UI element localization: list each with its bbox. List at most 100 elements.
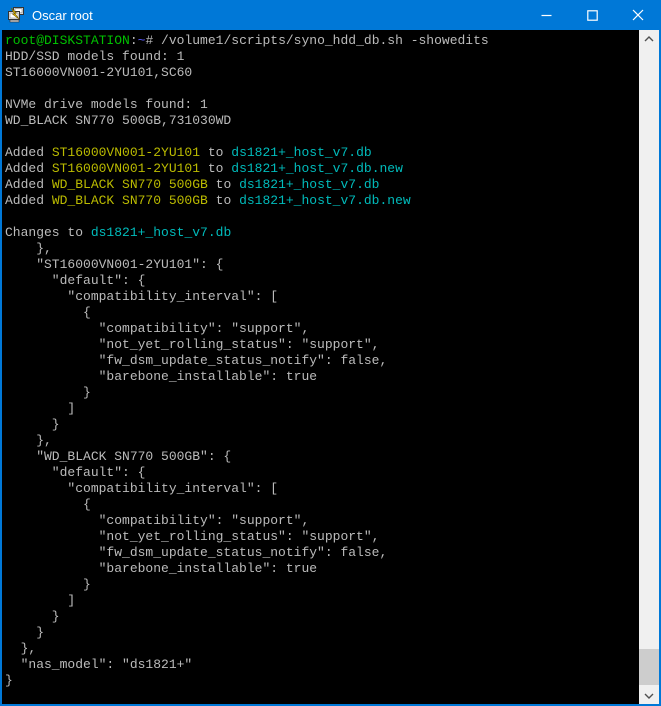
terminal-line: Added WD_BLACK SN770 500GB to ds1821+_ho… <box>5 177 639 193</box>
terminal-text-segment: "nas_model": "ds1821+" <box>5 657 192 672</box>
terminal-line: Added ST16000VN001-2YU101 to ds1821+_hos… <box>5 161 639 177</box>
terminal-text-segment: "compatibility_interval": [ <box>5 481 278 496</box>
terminal-text-segment: Added <box>5 161 52 176</box>
terminal-line: "fw_dsm_update_status_notify": false, <box>5 353 639 369</box>
terminal-text-segment: { <box>5 497 91 512</box>
terminal-text-segment: "compatibility_interval": [ <box>5 289 278 304</box>
terminal-line <box>5 209 639 225</box>
terminal-text-segment: ] <box>5 401 75 416</box>
scrollbar-up-arrow[interactable] <box>639 30 659 47</box>
terminal-text-segment: WD_BLACK SN770 500GB,731030WD <box>5 113 231 128</box>
terminal-text-segment: to <box>208 177 239 192</box>
close-button[interactable] <box>615 0 661 30</box>
terminal-text-segment: ST16000VN001-2YU101 <box>52 161 200 176</box>
putty-icon[interactable] <box>8 7 25 23</box>
terminal-text-segment: ds1821+_host_v7.db.new <box>231 161 403 176</box>
scrollbar-track[interactable] <box>639 47 659 687</box>
terminal-text-segment: } <box>5 609 60 624</box>
terminal-text-segment: "not_yet_rolling_status": "support", <box>5 529 379 544</box>
terminal-text-segment: WD_BLACK SN770 500GB <box>52 177 208 192</box>
terminal-text-segment: ST16000VN001-2YU101,SC60 <box>5 65 192 80</box>
minimize-button[interactable] <box>523 0 569 30</box>
terminal-line: "fw_dsm_update_status_notify": false, <box>5 545 639 561</box>
terminal-text-segment: "ST16000VN001-2YU101": { <box>5 257 223 272</box>
terminal-text-segment: ds1821+_host_v7.db.new <box>239 193 411 208</box>
terminal-text-segment: } <box>5 625 44 640</box>
terminal-text-segment: ds1821+_host_v7.db <box>91 225 231 240</box>
terminal-line: "ST16000VN001-2YU101": { <box>5 257 639 273</box>
terminal-text-segment: to <box>200 145 231 160</box>
terminal-text-segment: } <box>5 417 60 432</box>
terminal-line <box>5 129 639 145</box>
title-bar[interactable]: Oscar root <box>0 0 661 30</box>
window-controls <box>523 0 661 30</box>
terminal-text-segment: } <box>5 577 91 592</box>
terminal-text-segment: }, <box>5 433 52 448</box>
close-icon <box>632 9 644 21</box>
terminal-line: WD_BLACK SN770 500GB,731030WD <box>5 113 639 129</box>
terminal-line: Added WD_BLACK SN770 500GB to ds1821+_ho… <box>5 193 639 209</box>
terminal-line: "compatibility": "support", <box>5 513 639 529</box>
terminal-text-segment: "WD_BLACK SN770 500GB": { <box>5 449 231 464</box>
terminal-text-segment: } <box>5 385 91 400</box>
terminal-line: "default": { <box>5 273 639 289</box>
scrollbar-down-arrow[interactable] <box>639 687 659 704</box>
terminal-screen[interactable]: root@DISKSTATION:~# /volume1/scripts/syn… <box>2 30 639 704</box>
terminal-text-segment: ds1821+_host_v7.db <box>231 145 371 160</box>
terminal-line: } <box>5 673 639 689</box>
terminal-line: "WD_BLACK SN770 500GB": { <box>5 449 639 465</box>
terminal-line: "compatibility_interval": [ <box>5 481 639 497</box>
terminal-text-segment: "compatibility": "support", <box>5 321 309 336</box>
terminal-text-segment: root@DISKSTATION <box>5 33 130 48</box>
maximize-icon <box>587 10 598 21</box>
terminal-line: "barebone_installable": true <box>5 369 639 385</box>
terminal-text-segment: ST16000VN001-2YU101 <box>52 145 200 160</box>
terminal-line: }, <box>5 641 639 657</box>
terminal-line: Changes to ds1821+_host_v7.db <box>5 225 639 241</box>
terminal-line: ] <box>5 401 639 417</box>
terminal-text-segment: WD_BLACK SN770 500GB <box>52 193 208 208</box>
terminal-line: "default": { <box>5 465 639 481</box>
terminal-line: } <box>5 417 639 433</box>
terminal-line: } <box>5 577 639 593</box>
terminal-text-segment: # /volume1/scripts/syno_hdd_db.sh -showe… <box>145 33 488 48</box>
terminal-line: Added ST16000VN001-2YU101 to ds1821+_hos… <box>5 145 639 161</box>
terminal-line: "nas_model": "ds1821+" <box>5 657 639 673</box>
window-title: Oscar root <box>32 8 93 23</box>
terminal-line: { <box>5 305 639 321</box>
terminal-line: } <box>5 625 639 641</box>
terminal-text-segment: "not_yet_rolling_status": "support", <box>5 337 379 352</box>
terminal-line: "compatibility": "support", <box>5 321 639 337</box>
terminal-line: "not_yet_rolling_status": "support", <box>5 529 639 545</box>
terminal-line: HDD/SSD models found: 1 <box>5 49 639 65</box>
terminal-line: "compatibility_interval": [ <box>5 289 639 305</box>
terminal-text-segment: Added <box>5 145 52 160</box>
terminal-line: NVMe drive models found: 1 <box>5 97 639 113</box>
terminal-line: root@DISKSTATION:~# /volume1/scripts/syn… <box>5 33 639 49</box>
terminal-text-segment: Added <box>5 193 52 208</box>
terminal-text-segment: "compatibility": "support", <box>5 513 309 528</box>
terminal-text-segment: Added <box>5 177 52 192</box>
terminal-line <box>5 81 639 97</box>
terminal-text-segment: NVMe drive models found: 1 <box>5 97 208 112</box>
terminal-line: { <box>5 497 639 513</box>
terminal-line: }, <box>5 433 639 449</box>
terminal-text-segment: "barebone_installable": true <box>5 561 317 576</box>
terminal-text-segment: to <box>200 161 231 176</box>
terminal-text-segment: { <box>5 305 91 320</box>
terminal-text-segment: Changes to <box>5 225 91 240</box>
chevron-down-icon <box>644 693 654 699</box>
putty-window: Oscar root root@DISKSTATION:~# /volume1/… <box>0 0 661 706</box>
terminal-text-segment: ] <box>5 593 75 608</box>
terminal-text-segment: "fw_dsm_update_status_notify": false, <box>5 353 387 368</box>
scrollbar-thumb[interactable] <box>639 649 659 685</box>
terminal-text-segment: to <box>208 193 239 208</box>
terminal-line: } <box>5 385 639 401</box>
terminal-text-segment: "fw_dsm_update_status_notify": false, <box>5 545 387 560</box>
terminal-text-segment: } <box>5 673 13 688</box>
scrollbar[interactable] <box>639 30 659 704</box>
terminal-text-segment: "barebone_installable": true <box>5 369 317 384</box>
maximize-button[interactable] <box>569 0 615 30</box>
terminal-text-segment: : <box>130 33 138 48</box>
terminal-line: ST16000VN001-2YU101,SC60 <box>5 65 639 81</box>
